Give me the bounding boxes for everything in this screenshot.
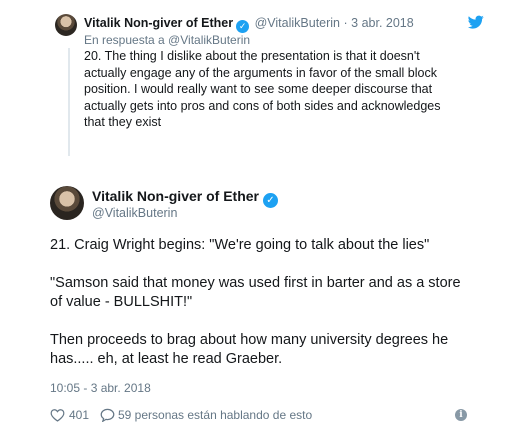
tweet-actions-bar: 401 59 personas están hablando de esto i <box>50 406 490 424</box>
tweet-paragraph: 21. Craig Wright begins: "We're going to… <box>50 236 490 255</box>
parent-text-line: 20. The thing I dislike about the presen… <box>84 49 420 63</box>
tweet-text-line: of value - BULLSHIT!" <box>50 294 193 310</box>
parent-tweet-header: Vitalik Non-giver of Ether ✓ @VitalikBute… <box>84 15 504 33</box>
main-author-handle[interactable]: @VitalikButerin <box>92 205 177 221</box>
heart-outline-icon[interactable] <box>50 408 65 422</box>
parent-tweet-date[interactable]: 3 abr. 2018 <box>351 16 414 30</box>
parent-tweet-text: 20. The thing I dislike about the presen… <box>84 48 484 131</box>
main-author-name[interactable]: Vitalik Non-giver of Ether <box>92 188 259 204</box>
main-author-avatar[interactable] <box>50 186 84 220</box>
speech-bubble-icon[interactable] <box>100 408 115 422</box>
thread-connector-line <box>68 48 70 156</box>
parent-text-line: actually engage any of the arguments in … <box>84 65 437 80</box>
tweet-paragraph: Then proceeds to brag about how many uni… <box>50 331 490 369</box>
info-icon[interactable]: i <box>455 409 467 421</box>
conversation-link[interactable]: 59 personas están hablando de esto <box>118 406 312 424</box>
reply-to-label[interactable]: En respuesta a @VitalikButerin <box>84 32 250 48</box>
main-tweet-text: 21. Craig Wright begins: "We're going to… <box>50 236 490 388</box>
embedded-tweet-card: Vitalik Non-giver of Ether ✓ @VitalikBute… <box>0 0 508 446</box>
tweet-timestamp[interactable]: 10:05 - 3 abr. 2018 <box>50 380 151 396</box>
meta-separator: · <box>343 16 348 30</box>
parent-author-handle[interactable]: @VitalikButerin <box>255 16 340 30</box>
parent-author-avatar[interactable] <box>55 14 77 36</box>
parent-text-line: that they exist <box>84 115 162 129</box>
tweet-text-line: has..... eh, at least he read Graeber. <box>50 351 283 367</box>
tweet-paragraph: "Samson said that money was used first i… <box>50 274 490 312</box>
parent-text-line: position. I would really want to see som… <box>84 82 433 96</box>
twitter-bird-icon[interactable] <box>468 14 484 30</box>
tweet-text-line: Then proceeds to brag about how many uni… <box>50 332 449 348</box>
like-count[interactable]: 401 <box>69 406 89 424</box>
parent-text-line: actually gets into pros and cons of both… <box>84 98 441 113</box>
verified-badge-icon: ✓ <box>263 193 278 208</box>
parent-author-name[interactable]: Vitalik Non-giver of Ether <box>84 16 233 30</box>
tweet-text-line: "Samson said that money was used first i… <box>50 275 461 291</box>
tweet-text-line: 21. Craig Wright begins: "We're going to… <box>50 237 430 253</box>
